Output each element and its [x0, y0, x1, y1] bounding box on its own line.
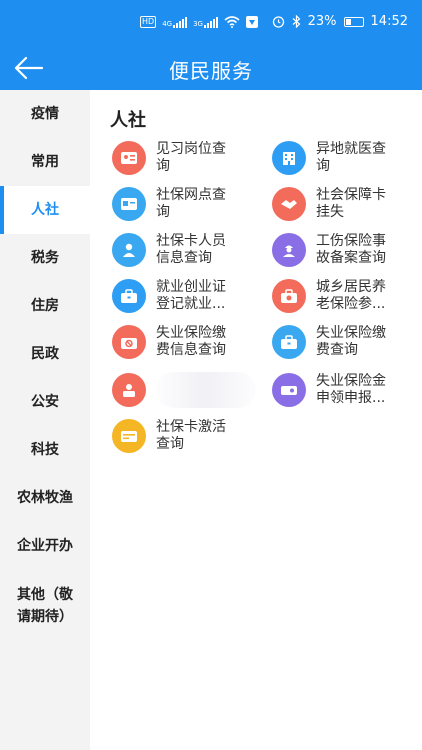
service-label: 社保卡人员 信息查询: [156, 233, 226, 266]
sidebar-item-label: 科技: [31, 442, 59, 458]
sidebar-item-label: 其他（敬 请期待）: [17, 587, 73, 625]
hd-badge: HD: [140, 16, 157, 28]
app-header: 便民服务: [0, 46, 422, 90]
sidebar-item-label: 企业开办: [17, 538, 73, 554]
service-label: 工伤保险事 故备案查询: [316, 233, 386, 266]
signal-icon: [173, 16, 188, 28]
building-icon: [272, 141, 306, 175]
sidebar-item-social-security[interactable]: 人社: [0, 186, 90, 234]
sidebar-item-tax[interactable]: 税务: [0, 234, 90, 282]
sidebar-item-common[interactable]: 常用: [0, 138, 90, 186]
sidebar-item-label: 农林牧渔: [17, 490, 73, 506]
sidebar-item-police[interactable]: 公安: [0, 378, 90, 426]
service-label: 城乡居民养 老保险参...: [316, 279, 386, 312]
service-item[interactable]: 社会保障卡 挂失: [272, 182, 422, 226]
sidebar-item-label: 疫情: [31, 106, 59, 122]
sidebar-item-business[interactable]: 企业开办: [0, 522, 90, 570]
service-label: 社保卡激活 查询: [156, 419, 226, 452]
key-icon: [272, 373, 306, 407]
worker-icon: [272, 233, 306, 267]
service-item[interactable]: 就业创业证 登记就业...: [112, 274, 272, 318]
service-label: 异地就医查 询: [316, 141, 386, 174]
person-card-icon: [112, 373, 146, 407]
service-item[interactable]: 见习岗位查 询: [112, 136, 272, 180]
bluetooth-icon: [292, 15, 301, 28]
wallet-icon: [112, 419, 146, 453]
sidebar-item-technology[interactable]: 科技: [0, 426, 90, 474]
clock: 14:52: [370, 14, 408, 29]
service-item[interactable]: 社保网点查 询: [112, 182, 272, 226]
service-item[interactable]: 异地就医查 询: [272, 136, 422, 180]
sidebar-item-label: 民政: [31, 346, 59, 362]
signal-3g: 3G: [193, 16, 218, 28]
briefcase-icon: [112, 279, 146, 313]
status-bar: HD 4G 3G 23% 14:52: [0, 0, 422, 46]
card-icon: [112, 187, 146, 221]
wifi-icon: [224, 16, 240, 28]
sidebar-item-agriculture[interactable]: 农林牧渔: [0, 474, 90, 522]
sidebar-item-label: 常用: [31, 154, 59, 170]
service-item[interactable]: 失业保险金 申领申报...: [272, 368, 422, 412]
service-label: 社保网点查 询: [156, 187, 226, 220]
page-title: 便民服务: [169, 59, 253, 83]
service-label: 失业保险金 申领申报...: [316, 373, 386, 406]
loading-placeholder: [156, 372, 256, 408]
section-title: 人社: [110, 110, 146, 131]
status-left: HD 4G 3G: [140, 16, 258, 28]
status-right: 23% 14:52: [272, 14, 408, 29]
service-panel: 人社 见习岗位查 询 异地就医查 询社保网点查 询 社会保障卡 挂失社保卡人员 信息…: [90, 90, 422, 750]
category-sidebar: 疫情 常用 人社 税务 住房 民政 公安 科技 农林牧渔 企业开办 其他（敬 请…: [0, 90, 90, 750]
service-item[interactable]: 社保卡激活 查询: [112, 414, 272, 458]
service-label: 见习岗位查 询: [156, 141, 226, 174]
id-card-icon: [112, 141, 146, 175]
sidebar-item-label: 住房: [31, 298, 59, 314]
sidebar-item-housing[interactable]: 住房: [0, 282, 90, 330]
service-item[interactable]: 失业保险缴 费查询: [272, 320, 422, 364]
stop-icon: [112, 325, 146, 359]
service-label: 失业保险缴 费查询: [316, 325, 386, 358]
sidebar-item-label: 公安: [31, 394, 59, 410]
service-label: 就业创业证 登记就业...: [156, 279, 226, 312]
handshake-icon: [272, 187, 306, 221]
signal-icon: [203, 16, 218, 28]
sidebar-item-epidemic[interactable]: 疫情: [0, 90, 90, 138]
service-item[interactable]: 社保卡人员 信息查询: [112, 228, 272, 272]
sidebar-item-other[interactable]: 其他（敬 请期待）: [0, 570, 90, 642]
alarm-icon: [272, 16, 284, 28]
service-item[interactable]: 城乡居民养 老保险参...: [272, 274, 422, 318]
briefcase-icon: [272, 325, 306, 359]
person-icon: [112, 233, 146, 267]
sidebar-item-civil-affairs[interactable]: 民政: [0, 330, 90, 378]
sidebar-item-label: 人社: [31, 202, 59, 218]
signal-4g: 4G: [162, 16, 188, 28]
battery-percent: 23%: [307, 14, 337, 29]
app-notification-icon: [245, 16, 258, 28]
service-item[interactable]: 失业保险缴 费信息查询: [112, 320, 272, 364]
service-label: 失业保险缴 费信息查询: [156, 325, 226, 358]
battery-icon: [343, 16, 364, 27]
service-label: 社会保障卡 挂失: [316, 187, 386, 220]
sidebar-item-label: 税务: [31, 250, 59, 266]
service-item[interactable]: 工伤保险事 故备案查询: [272, 228, 422, 272]
case-icon: [272, 279, 306, 313]
